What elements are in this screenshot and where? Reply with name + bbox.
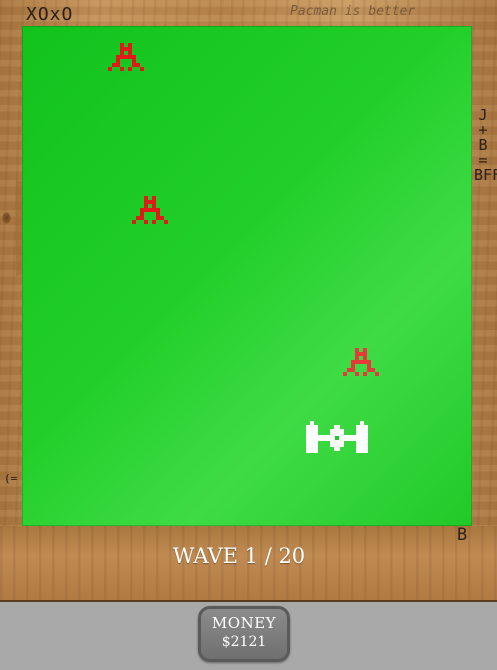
scribble-b: B [457, 525, 468, 545]
game-board[interactable] [22, 26, 472, 526]
player-ship[interactable] [304, 421, 370, 455]
scribble-score: XOxO [26, 4, 74, 25]
enemy-ship-1 [108, 43, 144, 71]
money-button[interactable]: MONEY $2121 [198, 606, 290, 662]
money-value: $2121 [221, 634, 267, 650]
scribble-smiley: (= [4, 472, 18, 485]
wood-knot [2, 212, 11, 224]
money-label: MONEY [211, 614, 277, 632]
scribble-jb-bff: J + B = BFF [474, 106, 497, 184]
enemy-ship-3 [343, 348, 379, 376]
scribble-pacman: Pacman is better [290, 4, 416, 19]
wave-counter: WAVE 1 / 20 [172, 544, 306, 568]
enemy-ship-2 [132, 196, 168, 224]
